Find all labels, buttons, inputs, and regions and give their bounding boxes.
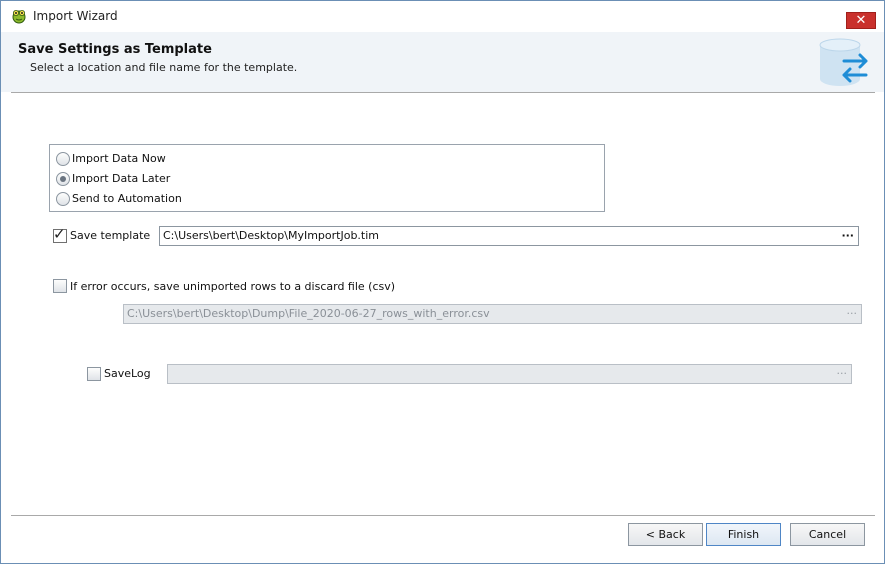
back-button[interactable]: < Back [628, 523, 703, 546]
discard-path-field[interactable]: C:\Users\bert\Desktop\Dump\File_2020-06-… [123, 304, 862, 324]
title-bar[interactable]: Import Wizard ✕ [1, 1, 884, 31]
import-mode-group: Import Data Now Import Data Later Send t… [49, 144, 605, 212]
wizard-header: Save Settings as Template Select a locat… [1, 32, 884, 92]
savelog-path-field[interactable]: ··· [167, 364, 852, 384]
radio-send-automation-label[interactable]: Send to Automation [72, 192, 182, 205]
database-transfer-icon [819, 38, 868, 86]
radio-import-now[interactable] [56, 152, 70, 166]
radio-import-later-label[interactable]: Import Data Later [72, 172, 170, 185]
cancel-button[interactable]: Cancel [790, 523, 865, 546]
radio-send-automation[interactable] [56, 192, 70, 206]
footer-divider [11, 515, 875, 516]
close-button[interactable]: ✕ [846, 12, 876, 29]
page-title: Save Settings as Template [18, 42, 212, 57]
page-subtitle: Select a location and file name for the … [30, 61, 298, 74]
savelog-browse-button[interactable]: ··· [837, 365, 848, 383]
discard-browse-button[interactable]: ··· [847, 305, 858, 323]
template-browse-button[interactable]: ··· [841, 227, 854, 245]
checkmark-icon: ✓ [53, 225, 66, 243]
discard-file-checkbox[interactable] [53, 279, 67, 293]
close-icon: ✕ [855, 13, 867, 28]
save-template-label[interactable]: Save template [70, 229, 150, 242]
template-path-field[interactable]: C:\Users\bert\Desktop\MyImportJob.tim ··… [159, 226, 859, 246]
finish-button[interactable]: Finish [706, 523, 781, 546]
discard-file-label[interactable]: If error occurs, save unimported rows to… [70, 280, 395, 293]
savelog-checkbox[interactable] [87, 367, 101, 381]
savelog-label[interactable]: SaveLog [104, 367, 151, 380]
app-frog-icon [12, 10, 26, 24]
save-template-checkbox[interactable]: ✓ [53, 225, 67, 243]
discard-path-value: C:\Users\bert\Desktop\Dump\File_2020-06-… [127, 307, 490, 320]
template-path-value: C:\Users\bert\Desktop\MyImportJob.tim [163, 229, 380, 242]
radio-import-now-label[interactable]: Import Data Now [72, 152, 166, 165]
window-title: Import Wizard [33, 9, 118, 23]
header-divider [11, 92, 875, 93]
radio-import-later[interactable] [56, 172, 70, 186]
import-wizard-window: Import Wizard ✕ Save Settings as Templat… [0, 0, 885, 564]
